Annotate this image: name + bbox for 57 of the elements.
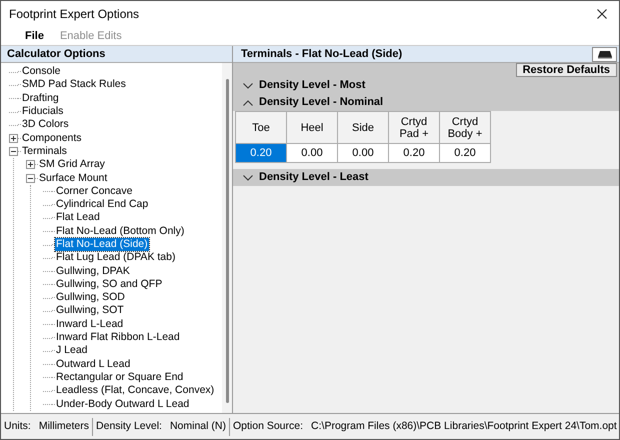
table-cell[interactable]: 0.00 xyxy=(338,144,389,163)
tree-item[interactable]: Terminals xyxy=(21,144,68,158)
menu-item[interactable]: File xyxy=(25,28,44,44)
tree-item[interactable]: Outward L Lead xyxy=(55,358,132,371)
status-label: Units: xyxy=(4,418,31,434)
tree-item[interactable]: 3D Colors xyxy=(21,118,70,132)
close-icon[interactable] xyxy=(597,9,607,19)
column-header: Toe xyxy=(236,112,287,144)
expand-icon[interactable] xyxy=(26,160,35,170)
table-cell[interactable]: 0.20 xyxy=(389,144,440,163)
tree-item[interactable]: Components xyxy=(21,132,83,145)
column-header: Side xyxy=(338,112,389,144)
table-cell[interactable]: 0.20 xyxy=(236,144,287,163)
tree-item[interactable]: Corner Concave xyxy=(55,184,134,198)
collapse-icon[interactable] xyxy=(9,146,18,156)
panel-title: Terminals - Flat No-Lead (Side) xyxy=(241,46,402,62)
tree-item[interactable]: SM Grid Array xyxy=(38,158,106,172)
chevron-up-icon[interactable] xyxy=(243,100,253,106)
status-value: Millimeters xyxy=(38,418,90,434)
tree-item[interactable]: Drafting xyxy=(21,92,60,105)
tree-item[interactable]: SMD Pad Stack Rules xyxy=(21,78,127,92)
tree-item[interactable]: J Lead xyxy=(55,344,89,358)
tree-item[interactable]: Cylindrical End Cap xyxy=(55,198,150,212)
tree-item[interactable]: Console xyxy=(21,65,62,78)
tree-item[interactable]: Flat No-Lead (Bottom Only) xyxy=(55,224,186,238)
tree-item[interactable]: Gullwing, SOT xyxy=(55,304,125,318)
panel-header: Calculator Options xyxy=(1,46,232,63)
tree-item[interactable]: Inward L-Lead xyxy=(55,318,124,331)
window-title: Footprint Expert Options xyxy=(9,6,140,23)
chip-icon xyxy=(596,50,612,58)
tree-item[interactable]: Gullwing, SOD xyxy=(55,291,126,304)
tree-item[interactable]: Flat Lug Lead (DPAK tab) xyxy=(55,251,176,264)
tree-item[interactable]: Under-Body Outward L Lead xyxy=(55,398,190,411)
collapse-icon[interactable] xyxy=(26,174,35,183)
column-header: Crtyd Pad + xyxy=(389,112,440,144)
scrollbar[interactable] xyxy=(222,63,232,413)
expand-icon[interactable] xyxy=(9,134,18,143)
restore-defaults-button[interactable]: Restore Defaults xyxy=(516,63,617,77)
status-label: Density Level: xyxy=(96,418,162,434)
tree-item[interactable]: Flat Lead xyxy=(55,211,101,224)
table-cell[interactable]: 0.00 xyxy=(287,144,338,163)
tree-item[interactable]: Surface Mount xyxy=(38,172,108,185)
tree-item[interactable]: Gullwing, SO and QFP xyxy=(55,278,164,291)
status-value: C:\Program Files (x86)\PCB Libraries\Footprint Expert 24\Tom.opt xyxy=(311,418,617,434)
table-cell[interactable]: 0.20 xyxy=(440,144,491,163)
column-header: Crtyd Body + xyxy=(440,112,491,144)
chevron-down-icon[interactable] xyxy=(243,174,253,180)
column-header: Heel xyxy=(287,112,338,144)
tree-item[interactable]: Leadless (Flat, Concave, Convex) xyxy=(55,384,216,398)
tree-item[interactable]: Fiducials xyxy=(21,105,64,118)
status-value: Nominal (N) xyxy=(170,418,226,434)
status-label: Option Source: xyxy=(232,418,304,434)
tree-item[interactable]: Rectangular or Square End xyxy=(55,370,184,384)
chevron-down-icon[interactable] xyxy=(243,82,253,88)
tree-item[interactable]: Gullwing, DPAK xyxy=(55,264,131,278)
tree-item[interactable]: Inward Flat Ribbon L-Lead xyxy=(55,331,181,344)
tree-item[interactable]: Flat No-Lead (Side) xyxy=(55,238,149,251)
